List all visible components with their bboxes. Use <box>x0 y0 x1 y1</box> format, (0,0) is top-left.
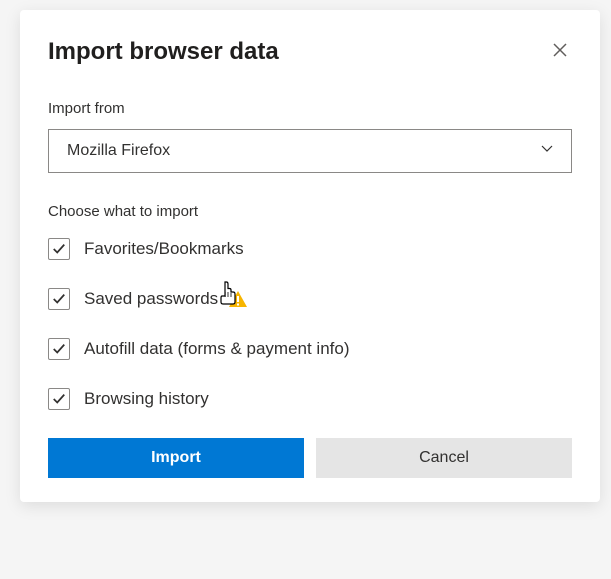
option-favorites: Favorites/Bookmarks <box>48 238 572 260</box>
close-button[interactable] <box>548 38 572 65</box>
option-label: Autofill data (forms & payment info) <box>84 339 350 359</box>
checkbox-passwords[interactable] <box>48 288 70 310</box>
option-label: Favorites/Bookmarks <box>84 239 244 259</box>
option-history: Browsing history <box>48 388 572 410</box>
select-value: Mozilla Firefox <box>67 142 170 160</box>
choose-label: Choose what to import <box>48 203 572 220</box>
option-autofill: Autofill data (forms & payment info) <box>48 338 572 360</box>
checkbox-history[interactable] <box>48 388 70 410</box>
browser-select[interactable]: Mozilla Firefox <box>48 129 572 173</box>
button-row: Import Cancel <box>48 438 572 478</box>
warning-icon <box>228 289 248 309</box>
import-from-label: Import from <box>48 100 572 117</box>
chevron-down-icon <box>539 141 555 162</box>
option-label: Browsing history <box>84 389 209 409</box>
dialog-title: Import browser data <box>48 38 279 66</box>
import-dialog: Import browser data Import from Mozilla … <box>20 10 600 502</box>
checkbox-autofill[interactable] <box>48 338 70 360</box>
checkbox-favorites[interactable] <box>48 238 70 260</box>
dialog-header: Import browser data <box>48 38 572 66</box>
cancel-button[interactable]: Cancel <box>316 438 572 478</box>
option-label: Saved passwords <box>84 289 218 309</box>
close-icon <box>552 46 568 61</box>
import-button[interactable]: Import <box>48 438 304 478</box>
option-passwords: Saved passwords <box>48 288 572 310</box>
